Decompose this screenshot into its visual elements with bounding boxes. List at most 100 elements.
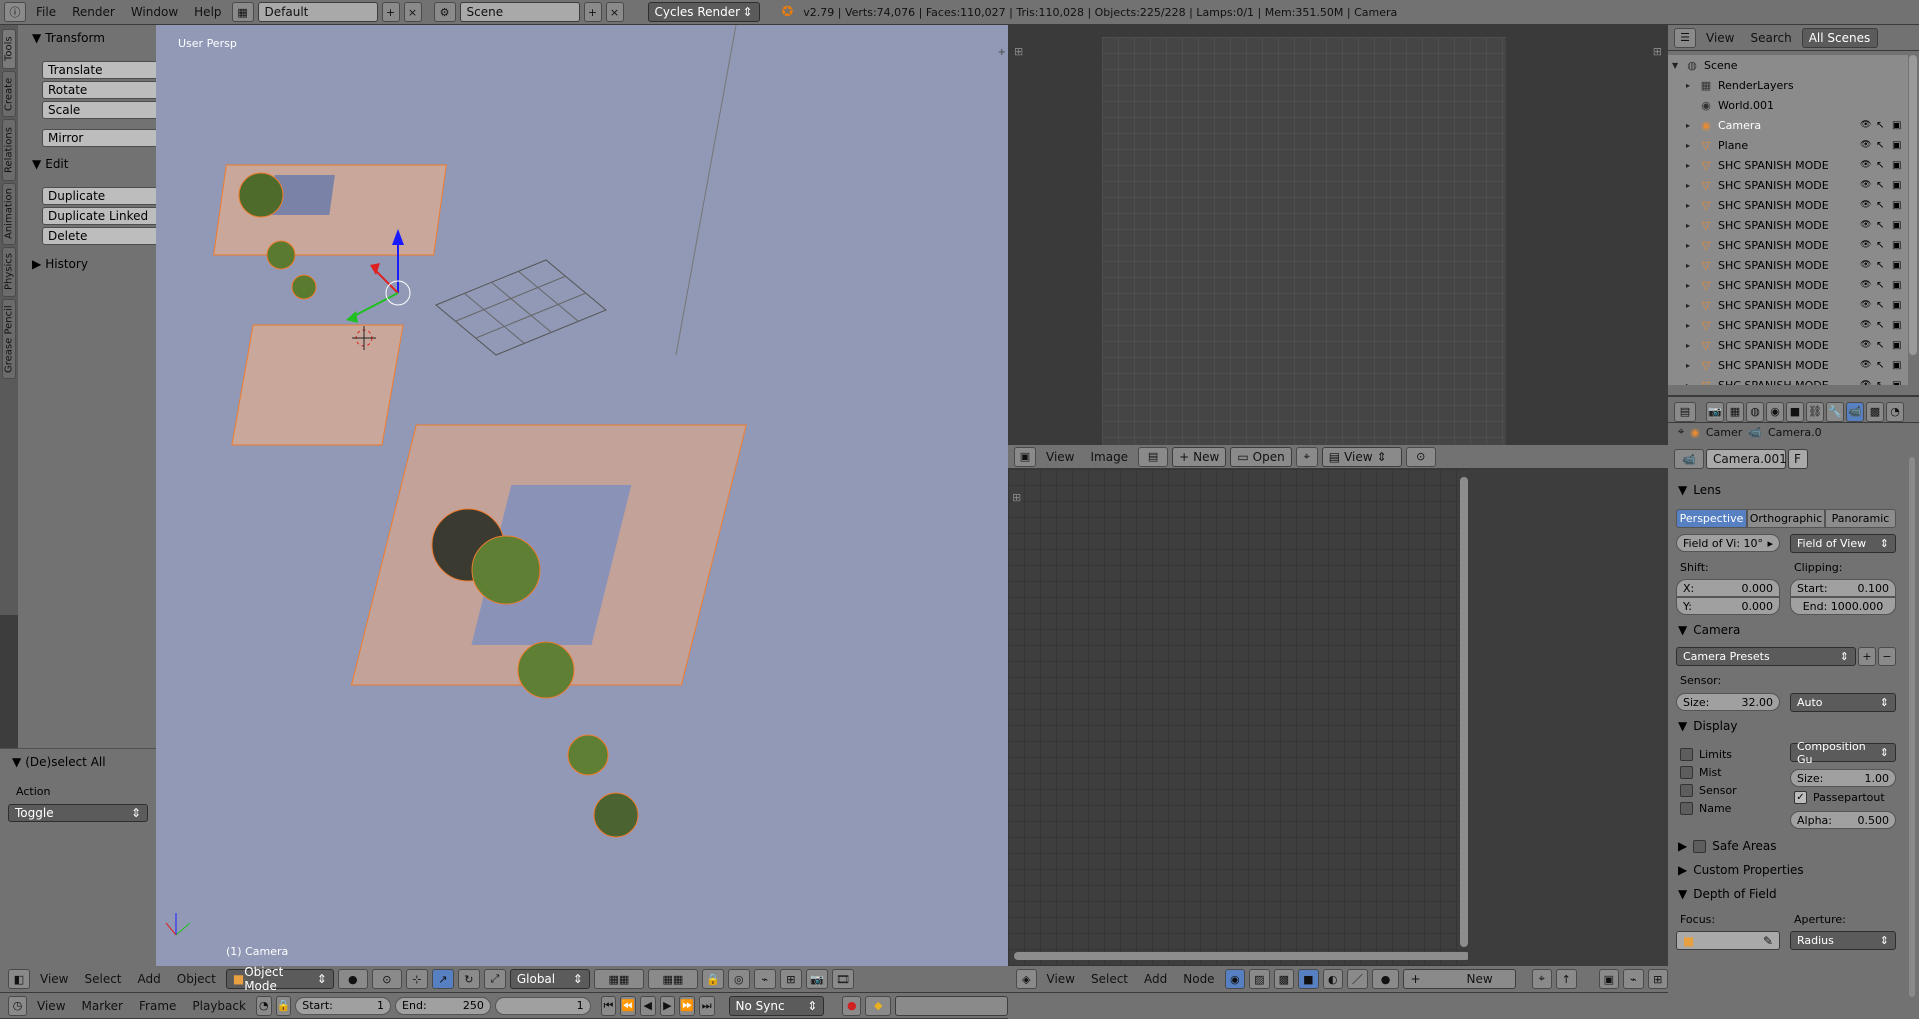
jump-keyframe-forward-icon[interactable]: ⏩ <box>679 995 695 1016</box>
snap-icon[interactable]: ⌁ <box>753 969 776 989</box>
selectable-cursor-icon[interactable]: ↖ <box>1876 360 1892 371</box>
menu-view[interactable]: View <box>1040 447 1080 467</box>
orientation-dropdown[interactable]: Global ⇕ <box>509 969 590 989</box>
add-layout-icon[interactable]: + <box>381 2 400 22</box>
visibility-eye-icon[interactable]: 👁 <box>1860 260 1876 270</box>
expand-triangle-icon[interactable]: ▸ <box>1686 121 1698 130</box>
scale-manip-icon[interactable]: ⤢ <box>483 969 506 989</box>
fov-field[interactable]: Field of Vi: 10° ▸ <box>1676 534 1780 552</box>
object-shader-icon[interactable]: ■ <box>1298 969 1319 989</box>
outliner-row[interactable]: ▸▽ SHC SPANISH MODERN 👁↖▣ <box>1668 355 1908 375</box>
jump-keyframe-back-icon[interactable]: ⏪ <box>620 995 636 1016</box>
expand-triangle-icon[interactable]: ▸ <box>1686 361 1698 370</box>
transform-panel-header[interactable]: ▼ Transform <box>32 31 105 45</box>
layers-icon[interactable]: ▦▦ <box>593 969 644 989</box>
visibility-eye-icon[interactable]: 👁 <box>1860 380 1876 385</box>
renderable-camera-icon[interactable]: ▣ <box>1892 160 1908 171</box>
camera-panel-header[interactable]: ▼ Camera <box>1678 623 1740 637</box>
visibility-eye-icon[interactable]: 👁 <box>1860 240 1876 250</box>
edit-panel-header[interactable]: ▼ Edit <box>32 157 68 171</box>
expand-triangle-icon[interactable]: ▸ <box>1686 281 1698 290</box>
renderable-camera-icon[interactable]: ▣ <box>1892 240 1908 251</box>
viewport-split-icon[interactable]: + <box>998 47 1006 58</box>
lock-range-icon[interactable]: 🔒 <box>275 995 292 1016</box>
renderable-camera-icon[interactable]: ▣ <box>1892 380 1908 386</box>
rotate-manip-icon[interactable]: ↻ <box>457 969 480 989</box>
outliner-row[interactable]: ▸ ▦ RenderLayers <box>1668 75 1908 95</box>
texture-tab-icon[interactable]: ▩ <box>1866 401 1884 422</box>
lens-unit-dropdown[interactable]: Field of View ⇕ <box>1790 534 1896 553</box>
outliner-row[interactable]: ▸▽ SHC SPANISH MODERN 👁↖▣ <box>1668 195 1908 215</box>
record-icon[interactable]: ● <box>842 995 862 1016</box>
expand-triangle-icon[interactable]: ▸ <box>1686 181 1698 190</box>
expand-triangle-icon[interactable]: ▸ <box>1686 321 1698 330</box>
visibility-eye-icon[interactable]: 👁 <box>1860 160 1876 170</box>
renderable-camera-icon[interactable]: ▣ <box>1892 220 1908 231</box>
display-size-field[interactable]: Size: 1.00 <box>1790 769 1896 787</box>
orthographic-button[interactable]: Orthographic <box>1747 509 1825 528</box>
visibility-eye-icon[interactable]: 👁 <box>1860 220 1876 230</box>
editor-type-3d-icon[interactable]: ◧ <box>8 969 30 989</box>
selectable-cursor-icon[interactable]: ↖ <box>1876 300 1892 311</box>
selectable-cursor-icon[interactable]: ↖ <box>1876 260 1892 271</box>
mist-checkbox[interactable]: Mist <box>1680 763 1737 781</box>
play-reverse-icon[interactable]: ◀ <box>639 995 656 1016</box>
3d-viewport[interactable]: User Persp (1) Camera + <box>156 25 1008 966</box>
properties-scrollbar[interactable] <box>1909 457 1915 997</box>
composition-guides-dropdown[interactable]: Composition Gu ⇕ <box>1790 740 1896 766</box>
expand-triangle-icon[interactable]: ▸ <box>1686 161 1698 170</box>
camera-presets-dropdown[interactable]: Camera Presets ⇕ <box>1676 647 1856 666</box>
passepartout-checkbox[interactable]: ✓ Passepartout <box>1794 791 1885 804</box>
checkbox-box[interactable] <box>1693 839 1707 853</box>
outliner-row[interactable]: ▸▽ SHC SPANISH MODERN 👁↖▣ <box>1668 175 1908 195</box>
menu-view[interactable]: View <box>34 969 74 989</box>
sensor-fit-dropdown[interactable]: Auto ⇕ <box>1790 693 1896 712</box>
layout-field[interactable]: Default <box>257 2 378 22</box>
menu-select[interactable]: Select <box>1085 969 1134 989</box>
selectable-cursor-icon[interactable]: ↖ <box>1876 280 1892 291</box>
remove-scene-icon[interactable]: × <box>605 2 624 22</box>
lock-icon[interactable]: 🔒 <box>701 969 724 989</box>
sensor-checkbox[interactable]: Sensor <box>1680 781 1737 799</box>
image-editor-top[interactable]: ⊞ ⊞ <box>1008 25 1668 445</box>
pivot-icon[interactable]: ⊙ <box>1405 446 1436 467</box>
selectable-cursor-icon[interactable]: ↖ <box>1876 140 1892 151</box>
focus-object-field[interactable]: ■ ✎ <box>1676 931 1780 950</box>
expand-triangle-icon[interactable]: ▸ <box>1686 141 1698 150</box>
visibility-eye-icon[interactable]: 👁 <box>1860 320 1876 330</box>
node-editor-vscrollbar[interactable] <box>1460 477 1468 947</box>
sensor-size-field[interactable]: Size: 32.00 <box>1676 693 1780 711</box>
add-scene-icon[interactable]: + <box>583 2 602 22</box>
renderable-camera-icon[interactable]: ▣ <box>1892 180 1908 191</box>
menu-playback[interactable]: Playback <box>186 996 252 1016</box>
renderable-camera-icon[interactable]: ▣ <box>1892 340 1908 351</box>
selectable-cursor-icon[interactable]: ↖ <box>1876 240 1892 251</box>
preview-range-icon[interactable]: ◔ <box>255 995 272 1016</box>
alpha-field[interactable]: Alpha: 0.500 <box>1790 811 1896 829</box>
material-browse-icon[interactable]: ● <box>1371 969 1400 989</box>
pin-icon[interactable]: ⌖ <box>1678 425 1684 439</box>
sync-dropdown[interactable]: No Sync ⇕ <box>728 995 825 1016</box>
outliner-row[interactable]: ▸▽ SHC SPANISH MODERN 👁↖▣ <box>1668 155 1908 175</box>
compositing-nodes-icon[interactable]: ▨ <box>1249 969 1270 989</box>
browse-image-icon[interactable]: ▤ <box>1138 446 1169 467</box>
outliner-row[interactable]: ▸▽ SHC SPANISH MODERN 👁↖▣ <box>1668 315 1908 335</box>
limits-checkbox[interactable]: Limits <box>1680 745 1737 763</box>
tab-physics[interactable]: Physics <box>2 247 16 297</box>
node-editor-scrollbar[interactable] <box>1014 952 1470 960</box>
visibility-eye-icon[interactable]: 👁 <box>1860 300 1876 310</box>
triangle-down-icon[interactable]: ▼ <box>1672 61 1684 70</box>
outliner-row[interactable]: ▸▽ SHC SPANISH MODERN 👁↖▣ <box>1668 215 1908 235</box>
visibility-eye-icon[interactable]: 👁 <box>1860 200 1876 210</box>
editor-type-timeline-icon[interactable]: ◷ <box>8 995 28 1016</box>
menu-view[interactable]: View <box>1041 969 1081 989</box>
object-tab-icon[interactable]: ■ <box>1786 401 1804 422</box>
outliner-row[interactable]: ▸▽ SHC SPANISH MODERN 👁↖▣ <box>1668 375 1908 386</box>
delete-button[interactable]: Delete <box>42 227 162 245</box>
node-editor[interactable]: ⊞ <box>1008 469 1470 966</box>
history-panel-header[interactable]: ▶ History <box>32 257 88 271</box>
renderable-camera-icon[interactable]: ▣ <box>1892 200 1908 211</box>
info-editor-type-icon[interactable]: ⓘ <box>4 2 26 22</box>
selectable-cursor-icon[interactable]: ↖ <box>1876 320 1892 331</box>
visibility-eye-icon[interactable]: 👁 <box>1860 140 1876 150</box>
